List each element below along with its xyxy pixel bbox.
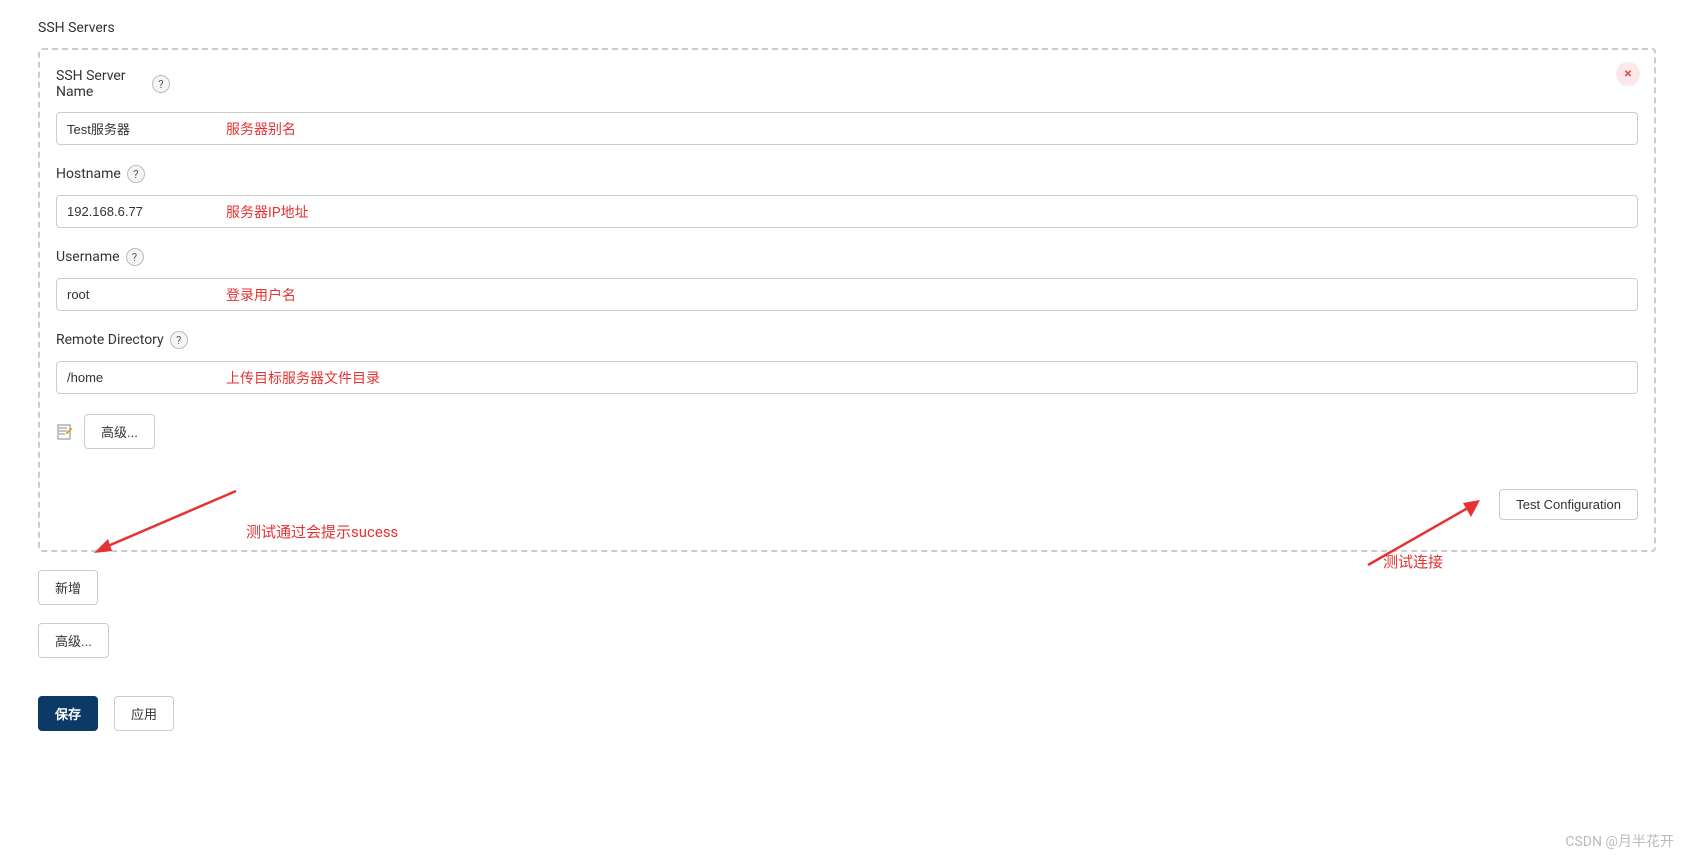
- ssh-server-config-panel: × SSH Server Name ? 服务器别名 Hostname ? 服务器…: [38, 48, 1656, 552]
- label-hostname: Hostname ?: [56, 165, 1638, 183]
- advanced-row: 高级...: [56, 414, 1638, 449]
- input-username[interactable]: [56, 278, 1638, 311]
- help-icon[interactable]: ?: [152, 75, 170, 93]
- bottom-buttons: 保存 应用: [38, 696, 1656, 731]
- label-text-hostname: Hostname: [56, 166, 121, 182]
- arrow-left-icon: [86, 481, 246, 561]
- help-icon[interactable]: ?: [127, 165, 145, 183]
- help-icon[interactable]: ?: [126, 248, 144, 266]
- label-text-server-name: SSH Server Name: [56, 68, 146, 100]
- add-button[interactable]: 新增: [38, 570, 98, 605]
- advanced-button-outer[interactable]: 高级...: [38, 623, 109, 658]
- input-remote-directory[interactable]: [56, 361, 1638, 394]
- field-group-hostname: Hostname ? 服务器IP地址: [56, 165, 1638, 228]
- annotation-test-connect: 测试连接: [1383, 551, 1443, 572]
- field-group-username: Username ? 登录用户名: [56, 248, 1638, 311]
- label-username: Username ?: [56, 248, 1638, 266]
- annotation-test-success: 测试通过会提示sucess: [246, 521, 398, 542]
- save-button[interactable]: 保存: [38, 696, 98, 731]
- label-text-username: Username: [56, 249, 120, 265]
- advanced-button-inner[interactable]: 高级...: [84, 414, 155, 449]
- field-group-name: SSH Server Name ? 服务器别名: [56, 68, 1638, 145]
- field-group-remote-directory: Remote Directory ? 上传目标服务器文件目录: [56, 331, 1638, 394]
- section-title: SSH Servers: [38, 20, 1656, 36]
- test-configuration-button[interactable]: Test Configuration: [1499, 489, 1638, 520]
- help-icon[interactable]: ?: [170, 331, 188, 349]
- below-box-buttons: 新增 高级...: [38, 570, 1656, 658]
- label-text-remote-directory: Remote Directory: [56, 332, 164, 348]
- apply-button[interactable]: 应用: [114, 696, 174, 731]
- watermark: CSDN @月半花开: [1565, 831, 1674, 851]
- input-hostname[interactable]: [56, 195, 1638, 228]
- label-server-name: SSH Server Name ?: [56, 68, 1638, 100]
- notepad-icon: [56, 423, 74, 441]
- label-remote-directory: Remote Directory ?: [56, 331, 1638, 349]
- close-icon[interactable]: ×: [1616, 62, 1640, 86]
- input-server-name[interactable]: [56, 112, 1638, 145]
- test-config-row: 测试通过会提示sucess Test Configuration 测试连接: [56, 489, 1638, 520]
